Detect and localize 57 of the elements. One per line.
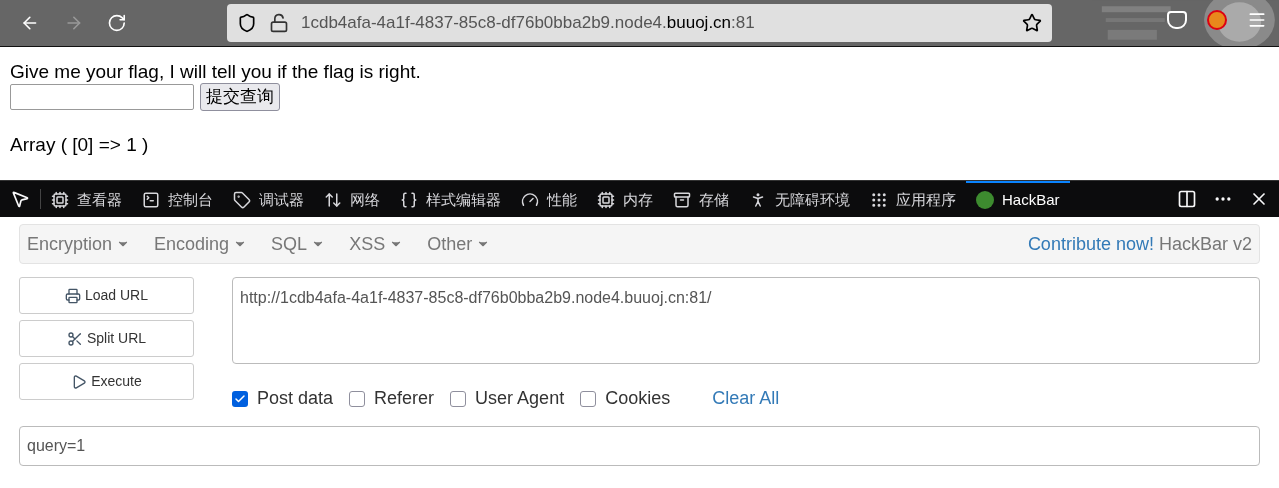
checkbox[interactable] xyxy=(232,390,248,407)
lock-icon[interactable] xyxy=(268,13,289,33)
menu-icon[interactable] xyxy=(1247,10,1267,30)
tab-icon xyxy=(400,191,418,209)
devtools-tab[interactable]: 调试器 xyxy=(223,181,314,217)
scissors-icon xyxy=(66,330,83,347)
menu-dropdown[interactable]: Encoding xyxy=(154,230,248,258)
submit-button[interactable]: 提交查询 xyxy=(200,83,280,111)
option-checkbox[interactable]: Referer xyxy=(349,385,435,412)
option-checkbox[interactable]: Post data xyxy=(232,385,334,412)
devtools-tab[interactable]: 样式编辑器 xyxy=(390,181,511,217)
tab-icon xyxy=(673,191,691,209)
checkbox[interactable] xyxy=(450,390,467,407)
element-picker-icon[interactable] xyxy=(10,189,30,209)
contribute-link[interactable]: Contribute now! xyxy=(1027,230,1154,258)
tab-icon xyxy=(870,191,888,209)
checkmark-icon xyxy=(234,392,246,405)
play-icon xyxy=(71,373,88,390)
post-data-field[interactable]: query=1 xyxy=(19,426,1260,466)
tab-icon xyxy=(51,191,69,209)
tab-icon xyxy=(521,191,539,209)
version-text: HackBar v2 xyxy=(1158,232,1252,256)
checkbox[interactable] xyxy=(580,390,597,407)
devtools-tab[interactable]: 内存 xyxy=(587,181,663,217)
devtools-tab[interactable]: 存储 xyxy=(663,181,739,217)
hackbar-button[interactable]: Split URL xyxy=(19,320,194,357)
reload-button[interactable] xyxy=(107,13,127,33)
menu-dropdown[interactable]: XSS xyxy=(349,230,404,258)
clear-all-link[interactable]: Clear All xyxy=(712,385,780,412)
flag-input[interactable] xyxy=(10,84,194,110)
devtools-tab[interactable]: 控制台 xyxy=(132,181,223,217)
tab-icon xyxy=(142,191,160,209)
option-checkbox[interactable]: User Agent xyxy=(450,385,565,412)
checkbox[interactable] xyxy=(349,390,366,407)
bookmark-star-icon[interactable] xyxy=(1022,13,1043,33)
prompt-text: Give me your flag, I will tell you if the flag is right. xyxy=(10,61,422,83)
devtools-tab[interactable]: 应用程序 xyxy=(860,181,966,217)
option-checkbox[interactable]: Cookies xyxy=(580,385,671,412)
hackbar-button[interactable]: Execute xyxy=(19,363,194,400)
printer-icon xyxy=(64,287,81,304)
devtools-tab[interactable]: 无障碍环境 xyxy=(739,181,860,217)
menu-dropdown[interactable]: Encryption xyxy=(27,230,131,258)
devtools-tab[interactable]: 网络 xyxy=(314,181,390,217)
menu-dropdown[interactable]: SQL xyxy=(271,230,326,258)
tab-icon xyxy=(597,191,615,209)
hackbar-button[interactable]: Load URL xyxy=(19,277,194,314)
output-text: Array ( [0] => 1 ) xyxy=(10,133,150,157)
devtools-tab[interactable]: 查看器 xyxy=(41,181,132,217)
url-field[interactable]: http://1cdb4afa-4a1f-4837-85c8-df76b0bba2b9.node4.buuoj.cn:81/ xyxy=(232,277,1260,364)
devtools-tab[interactable]: 性能 xyxy=(511,181,587,217)
menu-dropdown[interactable]: Other xyxy=(427,230,491,258)
devtools-tab[interactable]: HackBar xyxy=(966,181,1070,217)
address-bar[interactable]: 1cdb4afa-4a1f-4837-85c8-df76b0bba2b9.node4.buuoj.cn:81 xyxy=(226,4,1053,42)
tab-icon xyxy=(324,191,342,209)
dock-icon[interactable] xyxy=(1177,189,1197,209)
tab-icon xyxy=(233,191,251,209)
url-text: 1cdb4afa-4a1f-4837-85c8-df76b0bba2b9.node4.buuoj.cn:81 xyxy=(300,12,755,35)
